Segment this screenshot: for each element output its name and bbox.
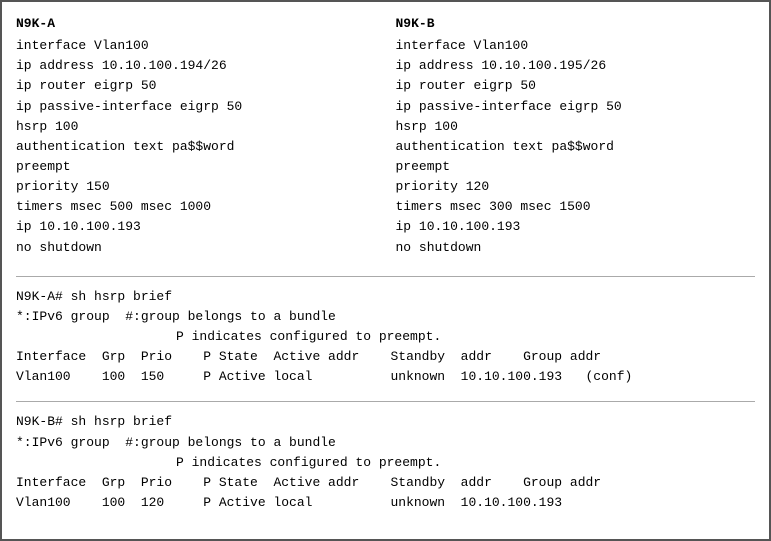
code-line: ip router eigrp 50 — [16, 76, 376, 96]
hsrp-b-header: Interface Grp Prio P State Active addr S… — [16, 473, 755, 493]
divider-2 — [16, 401, 755, 402]
hsrp-b-legend1: *:IPv6 group #:group belongs to a bundle — [16, 433, 755, 453]
node-a-title: N9K-A — [16, 14, 376, 34]
code-line: ip 10.10.100.193 — [16, 217, 376, 237]
code-line: preempt — [396, 157, 756, 177]
code-line: interface Vlan100 — [396, 36, 756, 56]
hsrp-a-legend2: P indicates configured to preempt. — [16, 327, 755, 347]
code-line: timers msec 300 msec 1500 — [396, 197, 756, 217]
hsrp-b-section: N9K-B# sh hsrp brief *:IPv6 group #:grou… — [16, 412, 755, 513]
hsrp-b-data: Vlan100 100 120 P Active local unknown 1… — [16, 493, 755, 513]
node-b-lines: interface Vlan100ip address 10.10.100.19… — [396, 36, 756, 258]
code-line: no shutdown — [16, 238, 376, 258]
code-line: ip passive-interface eigrp 50 — [396, 97, 756, 117]
hsrp-b-prompt: N9K-B# sh hsrp brief — [16, 412, 755, 432]
code-line: priority 150 — [16, 177, 376, 197]
code-line: authentication text pa$$word — [16, 137, 376, 157]
code-line: hsrp 100 — [16, 117, 376, 137]
code-line: ip 10.10.100.193 — [396, 217, 756, 237]
hsrp-a-prompt: N9K-A# sh hsrp brief — [16, 287, 755, 307]
hsrp-a-header: Interface Grp Prio P State Active addr S… — [16, 347, 755, 367]
code-line: authentication text pa$$word — [396, 137, 756, 157]
hsrp-a-section: N9K-A# sh hsrp brief *:IPv6 group #:grou… — [16, 287, 755, 388]
code-line: hsrp 100 — [396, 117, 756, 137]
hsrp-b-legend2: P indicates configured to preempt. — [16, 453, 755, 473]
node-b-title: N9K-B — [396, 14, 756, 34]
code-line: interface Vlan100 — [16, 36, 376, 56]
code-line: ip router eigrp 50 — [396, 76, 756, 96]
code-line: timers msec 500 msec 1000 — [16, 197, 376, 217]
code-line: priority 120 — [396, 177, 756, 197]
node-a-config: N9K-A interface Vlan100ip address 10.10.… — [16, 14, 386, 258]
hsrp-a-data: Vlan100 100 150 P Active local unknown 1… — [16, 367, 755, 387]
node-b-config: N9K-B interface Vlan100ip address 10.10.… — [386, 14, 756, 258]
code-line: ip passive-interface eigrp 50 — [16, 97, 376, 117]
node-a-lines: interface Vlan100ip address 10.10.100.19… — [16, 36, 376, 258]
main-container: N9K-A interface Vlan100ip address 10.10.… — [0, 0, 771, 541]
code-line: preempt — [16, 157, 376, 177]
hsrp-a-legend1: *:IPv6 group #:group belongs to a bundle — [16, 307, 755, 327]
code-line: ip address 10.10.100.195/26 — [396, 56, 756, 76]
config-section: N9K-A interface Vlan100ip address 10.10.… — [16, 14, 755, 258]
code-line: no shutdown — [396, 238, 756, 258]
divider-1 — [16, 276, 755, 277]
code-line: ip address 10.10.100.194/26 — [16, 56, 376, 76]
